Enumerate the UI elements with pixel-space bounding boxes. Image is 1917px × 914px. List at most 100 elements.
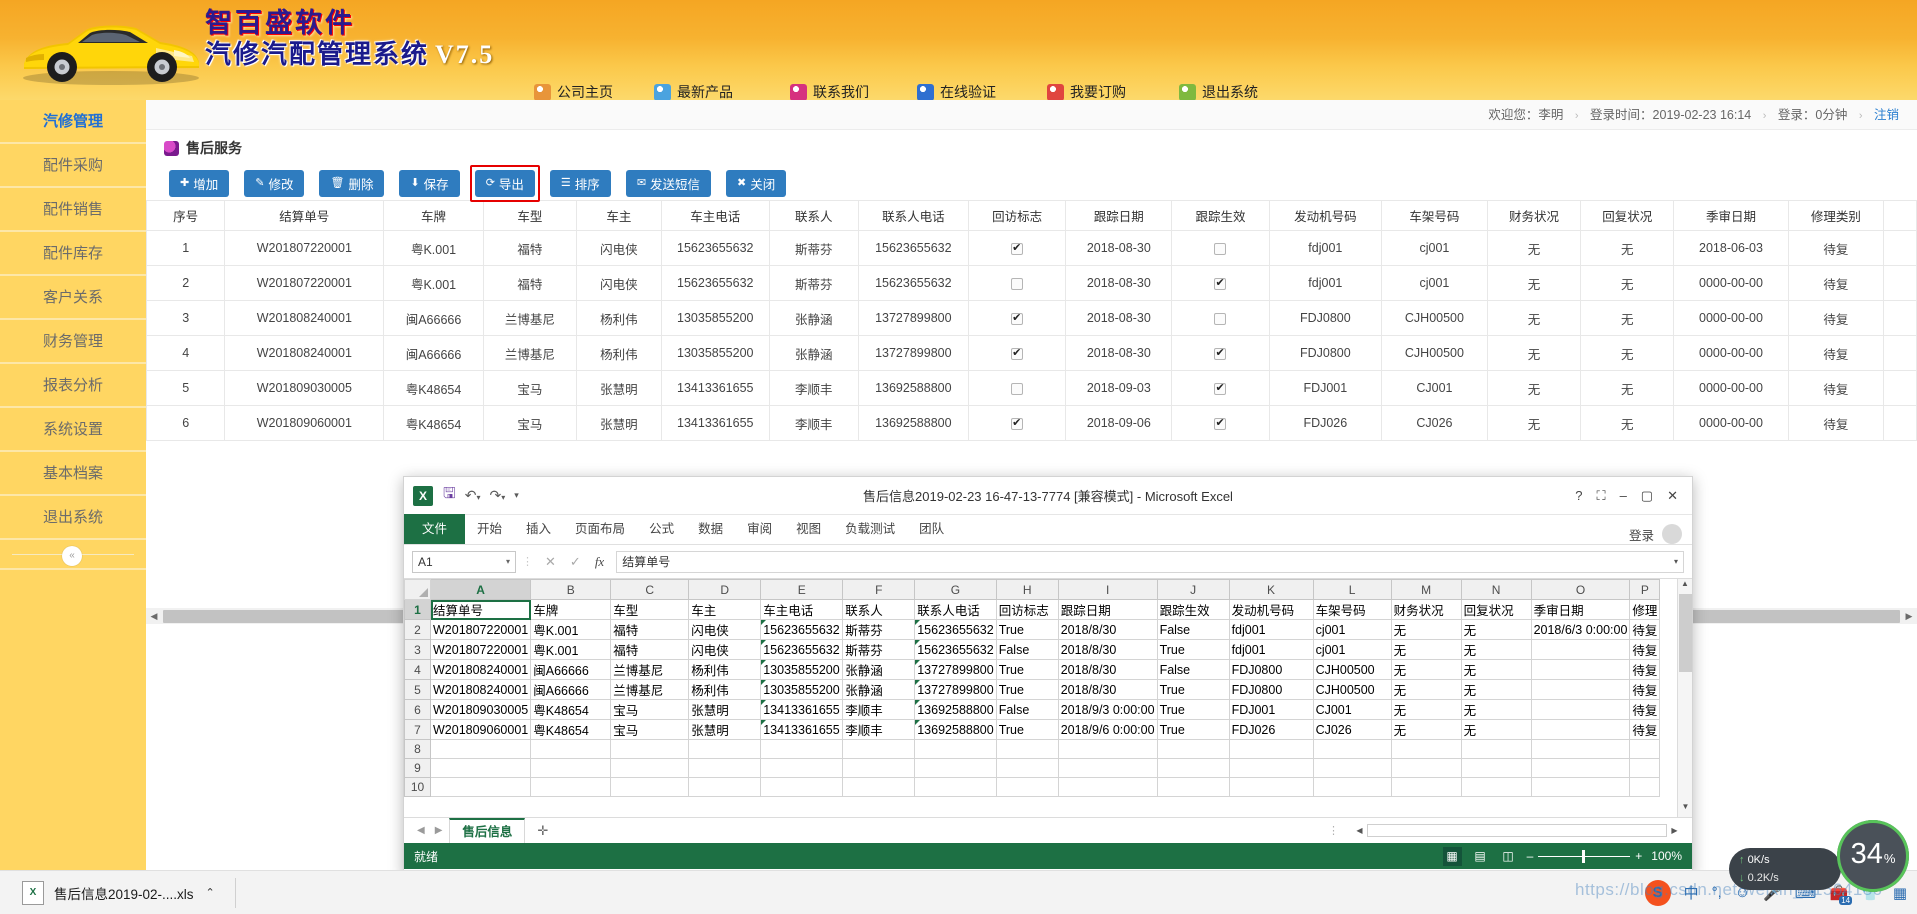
excel-empty-cell[interactable] [429, 777, 532, 797]
excel-data-cell[interactable] [1530, 679, 1631, 700]
excel-title-bar[interactable]: X 🖫 ↶▾ ↷▾ ▾ 售后信息2019-02-23 16-47-13-7774… [404, 477, 1692, 515]
hscroll-track[interactable] [1367, 824, 1667, 837]
excel-data-cell[interactable]: 2018/8/30 [1057, 679, 1158, 700]
toolbar-button-2[interactable]: ✎ 修改 [244, 169, 305, 197]
topnav-item-5[interactable]: 我要订购 [1047, 78, 1126, 100]
sidebar-item-3[interactable]: 配件销售 [0, 188, 146, 232]
excel-row-header-8[interactable]: 8 [404, 739, 431, 759]
excel-data-cell[interactable]: fdj001 [1228, 619, 1314, 640]
excel-column-header-P[interactable]: P [1629, 579, 1661, 600]
excel-empty-cell[interactable] [760, 758, 844, 778]
excel-data-cell[interactable]: 2018/8/30 [1057, 619, 1158, 640]
normal-view-icon[interactable]: ▦ [1442, 846, 1462, 866]
undo-icon[interactable]: ↶▾ [465, 487, 481, 504]
visit-checkbox[interactable] [1011, 241, 1024, 255]
excel-header-cell[interactable]: 车主 [688, 599, 762, 620]
excel-data-cell[interactable]: 宝马 [610, 719, 690, 740]
excel-header-cell[interactable]: 财务状况 [1390, 599, 1462, 620]
excel-empty-cell[interactable] [1156, 739, 1230, 759]
excel-empty-cell[interactable] [1057, 758, 1158, 778]
excel-data-cell[interactable]: 13727899800 [914, 659, 997, 680]
excel-data-cell[interactable]: 2018/6/3 0:00:00 [1530, 619, 1631, 640]
excel-row[interactable]: 3 W201807220001 粤K.001 福特 闪电侠 15623655632 斯蒂芬 1… [404, 639, 1661, 660]
excel-header-cell[interactable]: 联系人电话 [914, 599, 997, 620]
excel-data-cell[interactable]: 宝马 [610, 699, 690, 720]
page-layout-view-icon[interactable]: ▤ [1471, 847, 1490, 866]
excel-empty-cell[interactable] [1057, 777, 1158, 797]
chevron-up-icon[interactable]: ⌃ [206, 886, 215, 899]
excel-data-cell[interactable]: 无 [1460, 659, 1532, 680]
excel-empty-cell[interactable] [688, 777, 762, 797]
toolbar-button-4[interactable]: ⬇ 保存 [399, 169, 460, 197]
excel-empty-cell[interactable] [1390, 758, 1462, 778]
excel-data-cell[interactable]: W201808240001 [429, 659, 532, 680]
excel-data-cell[interactable]: False [995, 699, 1059, 720]
excel-header-cell[interactable]: 结算单号 [429, 599, 532, 620]
excel-empty-cell[interactable] [1629, 758, 1661, 778]
excel-data-cell[interactable]: 杨利伟 [688, 659, 762, 680]
table-row[interactable]: 3 W201808240001 闽A66666 兰博基尼 杨利伟 13035855200 张… [146, 300, 1917, 336]
excel-empty-cell[interactable] [1312, 758, 1392, 778]
save-icon[interactable]: 🖫 [443, 483, 456, 508]
redo-icon[interactable]: ↷▾ [490, 487, 506, 504]
table-row[interactable]: 2 W201807220001 粤K.001 福特 闪电侠 15623655632 斯蒂芬 1… [146, 265, 1917, 301]
excel-empty-cell[interactable] [530, 739, 612, 759]
excel-empty-cell[interactable] [429, 758, 532, 778]
excel-data-cell[interactable]: 闽A66666 [530, 659, 612, 680]
excel-empty-cell[interactable] [914, 758, 997, 778]
excel-data-cell[interactable]: 2018/8/30 [1057, 639, 1158, 660]
visit-checkbox[interactable] [1011, 277, 1024, 290]
excel-data-cell[interactable]: 无 [1390, 639, 1462, 660]
excel-row-header-1[interactable]: 1 [404, 599, 431, 620]
excel-data-cell[interactable]: CJ001 [1312, 699, 1392, 720]
excel-empty-cell[interactable] [610, 777, 690, 797]
excel-row-header-3[interactable]: 3 [404, 639, 431, 660]
excel-data-cell[interactable]: 13035855200 [760, 659, 844, 680]
track-valid-checkbox[interactable] [1214, 346, 1227, 360]
excel-data-cell[interactable]: CJ026 [1312, 719, 1392, 740]
toolbar-button-8[interactable]: ✖ 关闭 [726, 169, 787, 197]
excel-data-cell[interactable]: 2018/9/3 0:00:00 [1057, 699, 1158, 720]
excel-grid[interactable]: ABCDEFGHIJKLMNOP 1 结算单号 车牌 车型 车主 车主电话 联系人 联系人电话… [404, 579, 1661, 797]
excel-data-cell[interactable]: 粤K.001 [530, 619, 612, 640]
excel-horizontal-scrollbar[interactable]: ◀ ▶ [1352, 823, 1682, 838]
sidebar-item-6[interactable]: 财务管理 [0, 320, 146, 364]
excel-row[interactable]: 1 结算单号 车牌 车型 车主 车主电话 联系人 联系人电话 回访标志 跟踪日期 跟踪生效 发动机号码… [404, 599, 1661, 620]
excel-empty-cell[interactable] [995, 758, 1059, 778]
excel-data-cell[interactable]: 无 [1460, 679, 1532, 700]
excel-column-header-K[interactable]: K [1228, 579, 1314, 600]
excel-data-cell[interactable]: 13035855200 [760, 679, 844, 700]
excel-data-cell[interactable]: 待复 [1629, 699, 1661, 720]
excel-row[interactable]: 2 W201807220001 粤K.001 福特 闪电侠 15623655632 斯蒂芬 1… [404, 619, 1661, 640]
zoom-slider[interactable]: – + [1527, 849, 1643, 863]
cancel-icon[interactable]: ✕ [545, 554, 556, 570]
excel-header-cell[interactable]: 回复状况 [1460, 599, 1532, 620]
ime-toolbox-icon[interactable]: 🧰 14 [1829, 884, 1853, 905]
excel-data-cell[interactable]: 闪电侠 [688, 619, 762, 640]
sidebar-item-9[interactable]: 基本档案 [0, 452, 146, 496]
zoom-track[interactable] [1538, 849, 1631, 863]
excel-data-cell[interactable]: 粤K48654 [530, 719, 612, 740]
track-valid-checkbox[interactable] [1214, 242, 1227, 255]
excel-data-cell[interactable]: 无 [1460, 699, 1532, 720]
excel-data-cell[interactable]: True [995, 619, 1059, 640]
ribbon-tab-6[interactable]: 数据 [686, 514, 735, 544]
excel-empty-cell[interactable] [688, 739, 762, 759]
hscroll-left-arrow[interactable]: ◀ [1352, 826, 1367, 835]
excel-row[interactable]: 4 W201808240001 闽A66666 兰博基尼 杨利伟 13035855200 张… [404, 659, 1661, 680]
maximize-button[interactable]: ▢ [1641, 488, 1653, 504]
excel-column-header-C[interactable]: C [610, 579, 690, 600]
hscroll-right-arrow[interactable]: ▶ [1667, 826, 1682, 835]
topnav-item-6[interactable]: 退出系统 [1179, 78, 1258, 100]
excel-empty-cell[interactable] [1228, 777, 1314, 797]
excel-data-cell[interactable]: 无 [1460, 619, 1532, 640]
previous-sheet-icon[interactable]: ◀ [414, 825, 428, 836]
excel-column-header-F[interactable]: F [842, 579, 916, 600]
excel-data-cell[interactable]: CJH00500 [1312, 659, 1392, 680]
excel-empty-cell[interactable] [1156, 758, 1230, 778]
excel-column-header-M[interactable]: M [1390, 579, 1462, 600]
excel-data-cell[interactable]: CJH00500 [1312, 679, 1392, 700]
sidebar-item-10[interactable]: 退出系统 [0, 496, 146, 540]
track-valid-checkbox[interactable] [1214, 276, 1227, 290]
excel-row[interactable]: 9 [404, 758, 1661, 778]
